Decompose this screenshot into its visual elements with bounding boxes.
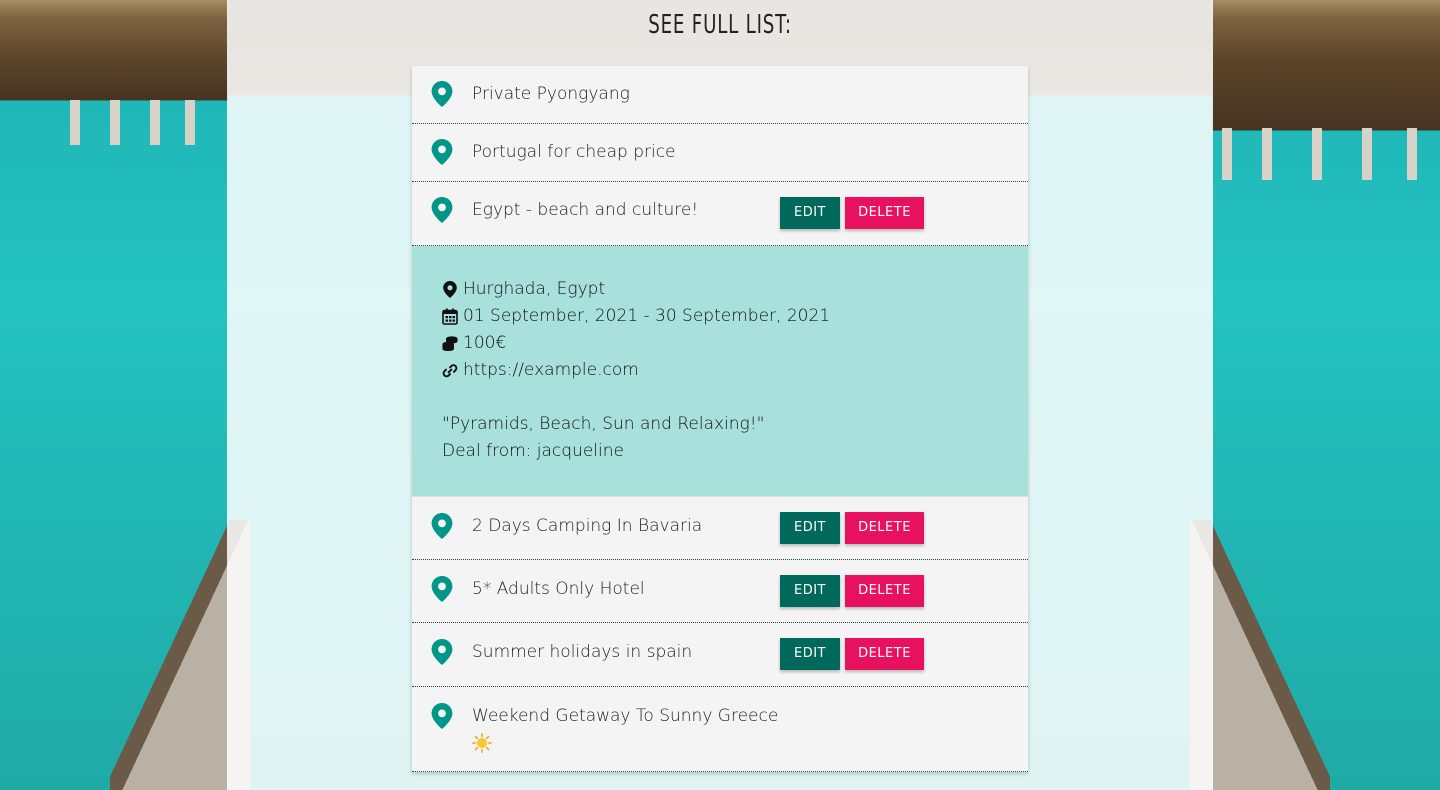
deal-row[interactable]: Summer holidays in spain EDIT DELETE — [412, 623, 1028, 687]
deal-title: 5* Adults Only Hotel — [472, 579, 645, 599]
link-icon — [442, 363, 458, 377]
edit-button[interactable]: EDIT — [780, 197, 840, 229]
deal-quote: "Pyramids, Beach, Sun and Relaxing!" — [442, 414, 765, 434]
edit-button[interactable]: EDIT — [780, 638, 840, 670]
deal-location: Hurghada, Egypt — [463, 279, 606, 299]
edit-button[interactable]: EDIT — [780, 512, 840, 544]
deal-row[interactable]: 5* Adults Only Hotel EDIT DELETE — [412, 560, 1028, 623]
deal-title: Portugal for cheap price — [472, 142, 676, 162]
delete-button[interactable]: DELETE — [845, 575, 924, 607]
map-marker-icon — [431, 703, 453, 729]
map-marker-icon — [431, 513, 453, 539]
deal-url-link[interactable]: https://example.com — [463, 360, 639, 380]
map-marker-icon — [431, 81, 453, 107]
deal-title: Weekend Getaway To Sunny Greece — [472, 706, 779, 726]
calendar-icon — [442, 308, 458, 325]
deal-row[interactable]: Weekend Getaway To Sunny Greece — [412, 687, 1028, 772]
map-marker-icon — [431, 139, 453, 165]
deal-row[interactable]: Private Pyongyang — [412, 66, 1028, 124]
map-marker-icon — [431, 576, 453, 602]
map-marker-icon — [443, 280, 457, 298]
deal-row[interactable]: 2 Days Camping In Bavaria EDIT DELETE — [412, 497, 1028, 560]
edit-button[interactable]: EDIT — [780, 575, 840, 607]
map-marker-icon — [431, 197, 453, 223]
page-title: SEE FULL LIST: — [648, 10, 792, 40]
deal-row[interactable]: Egypt - beach and culture! EDIT DELETE — [412, 182, 1028, 246]
deal-row[interactable]: Portugal for cheap price — [412, 124, 1028, 182]
delete-button[interactable]: DELETE — [845, 512, 924, 544]
deal-author: Deal from: jacqueline — [442, 441, 624, 461]
deal-details-panel: Hurghada, Egypt 01 September, 2021 - 30 … — [412, 246, 1028, 497]
delete-button[interactable]: DELETE — [845, 197, 924, 229]
deal-dates: 01 September, 2021 - 30 September, 2021 — [463, 306, 831, 326]
deal-price: 100€ — [463, 333, 507, 353]
coins-icon — [442, 335, 458, 351]
map-marker-icon — [431, 639, 453, 665]
delete-button[interactable]: DELETE — [845, 638, 924, 670]
deal-title: 2 Days Camping In Bavaria — [472, 516, 703, 536]
deal-list: Private Pyongyang Portugal for cheap pri… — [412, 66, 1028, 772]
background-hut-right — [1212, 0, 1440, 180]
deal-title: Summer holidays in spain — [472, 642, 693, 662]
deal-title: Private Pyongyang — [472, 84, 630, 104]
deal-title: Egypt - beach and culture! — [472, 200, 699, 220]
sun-emoji-icon — [472, 733, 492, 753]
background-hut-left — [0, 0, 228, 145]
